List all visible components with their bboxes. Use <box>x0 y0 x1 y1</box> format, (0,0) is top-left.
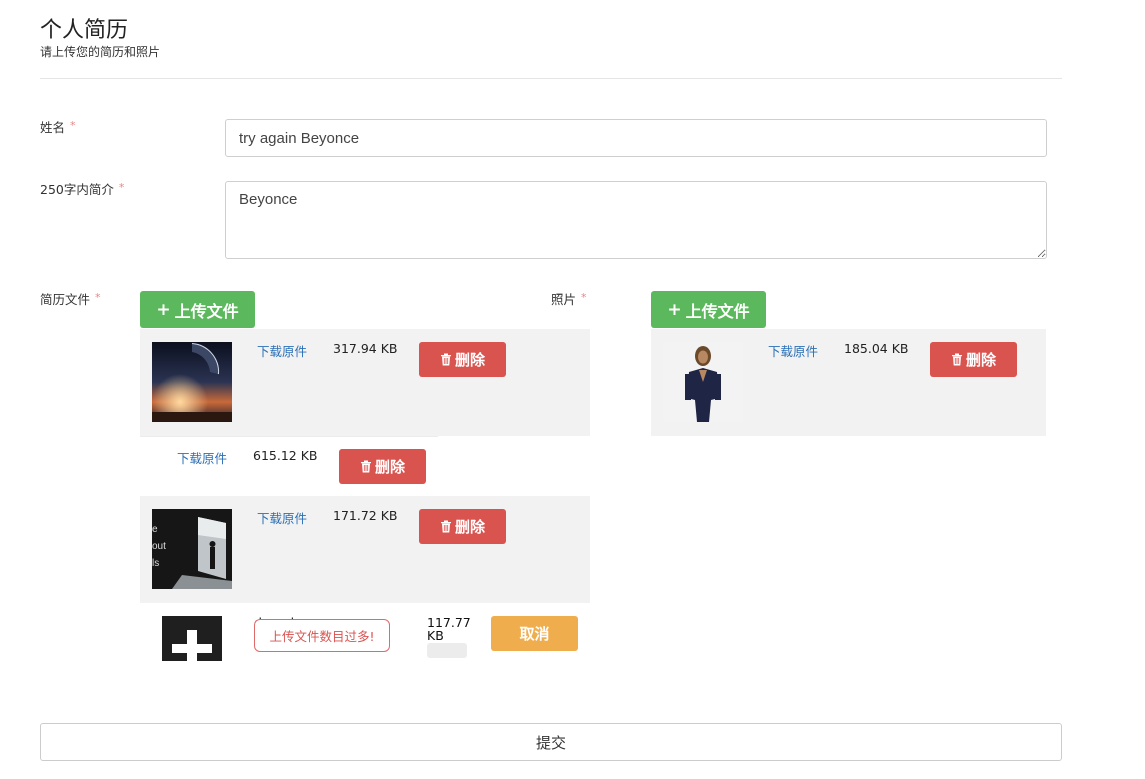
photo-label: 照片 * <box>551 291 587 307</box>
resume-file-size: 615.12 KB <box>253 448 318 463</box>
name-label: 姓名 * <box>40 119 76 135</box>
trash-icon <box>951 353 962 366</box>
header-divider <box>40 78 1062 79</box>
resume-download-link[interactable]: 下载原件 <box>257 341 307 360</box>
plus-icon: + <box>156 299 171 320</box>
pending-file-size: 117.77 KB <box>427 615 471 643</box>
resume-file-size: 171.72 KB <box>333 508 398 523</box>
page-subtitle: 请上传您的简历和照片 <box>40 45 161 59</box>
resume-download-link[interactable]: 下载原件 <box>257 508 307 527</box>
trash-icon <box>360 460 371 473</box>
trash-icon <box>440 520 451 533</box>
resume-download-link[interactable]: 下载原件 <box>177 448 227 467</box>
name-input[interactable] <box>225 119 1047 157</box>
required-mark: * <box>95 291 101 304</box>
photo-thumbnail-person <box>663 342 743 422</box>
required-mark: * <box>70 119 76 132</box>
required-mark: * <box>118 181 125 194</box>
photo-delete-button[interactable]: 删除 <box>930 342 1017 377</box>
resume-file-size: 317.94 KB <box>333 341 398 356</box>
pending-file-thumbnail <box>162 616 222 661</box>
plus-icon: + <box>667 299 682 320</box>
upload-error-message: 上传文件数目过多! <box>254 619 390 652</box>
page-title: 个人简历 <box>40 18 129 43</box>
photo-download-link[interactable]: 下载原件 <box>768 341 818 360</box>
resume-thumbnail-window: e out ls <box>152 509 232 589</box>
submit-button[interactable]: 提交 <box>40 723 1062 761</box>
resume-thumbnail-planet <box>152 342 232 422</box>
photo-upload-button[interactable]: + 上传文件 <box>651 291 766 328</box>
bio-textarea[interactable]: Beyonce <box>225 181 1047 259</box>
photo-file-size: 185.04 KB <box>844 341 909 356</box>
bio-label: 250字内简介 * <box>40 181 125 197</box>
resume-delete-button[interactable]: 删除 <box>419 509 506 544</box>
resume-delete-button[interactable]: 删除 <box>419 342 506 377</box>
upload-progress-bar <box>427 643 467 658</box>
resume-delete-button[interactable]: 删除 <box>339 449 426 484</box>
resume-row-separator <box>140 436 438 437</box>
resume-upload-button[interactable]: + 上传文件 <box>140 291 255 328</box>
resume-label: 简历文件 * <box>40 291 101 307</box>
trash-icon <box>440 353 451 366</box>
required-mark: * <box>581 291 587 304</box>
cancel-upload-button[interactable]: 取消 <box>491 616 578 651</box>
